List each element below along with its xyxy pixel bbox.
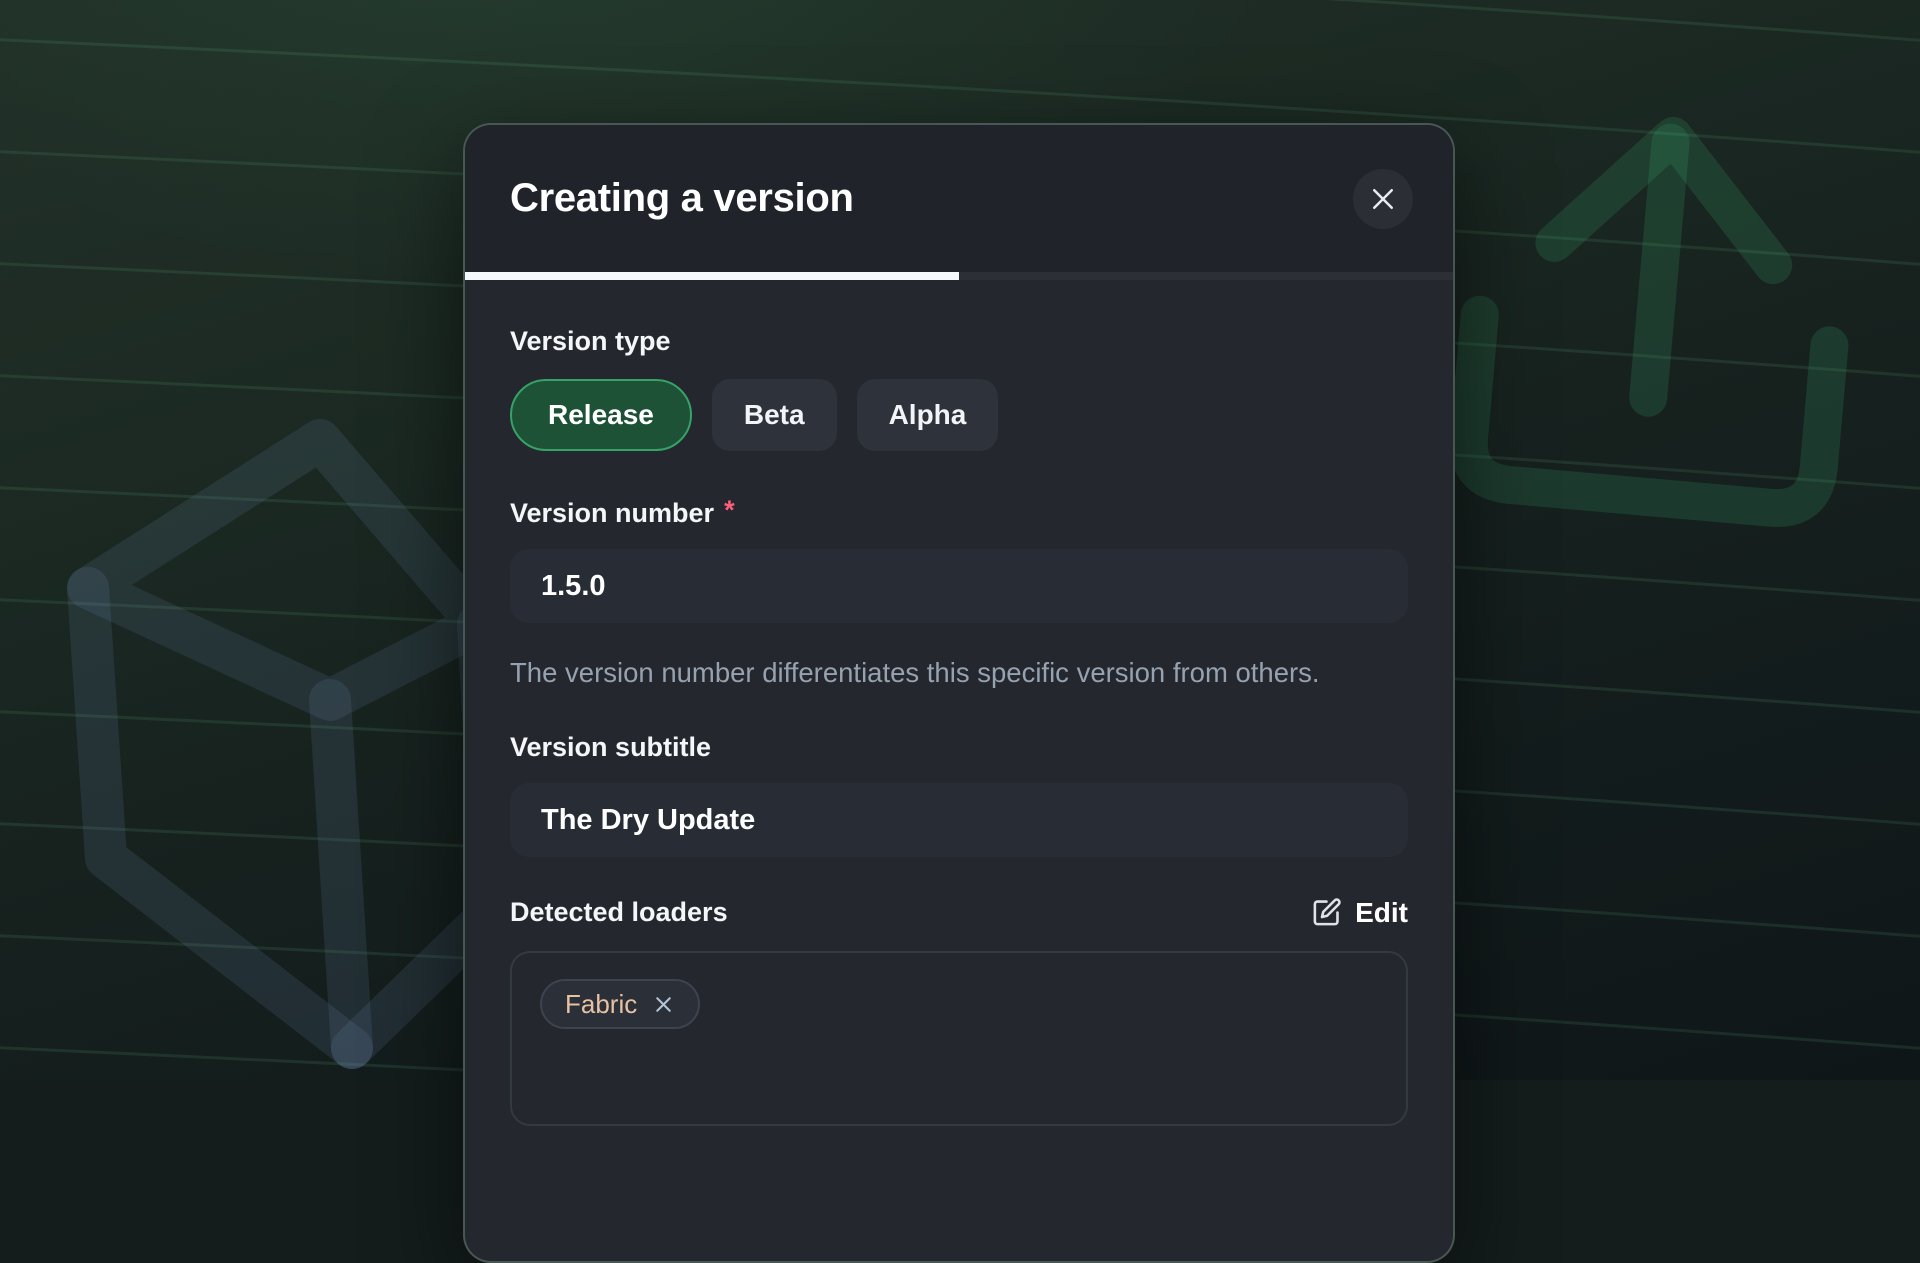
modal-body: Version type Release Beta Alpha Version … bbox=[465, 280, 1453, 1126]
edit-loaders-button[interactable]: Edit bbox=[1311, 897, 1408, 929]
cube-wireframe-icon bbox=[88, 440, 494, 1048]
detected-loaders-box: Fabric bbox=[510, 951, 1408, 1126]
version-type-release-button[interactable]: Release bbox=[510, 379, 692, 451]
version-type-alpha-button[interactable]: Alpha bbox=[857, 379, 999, 451]
close-icon bbox=[1368, 184, 1398, 214]
pencil-square-icon bbox=[1311, 897, 1342, 928]
version-subtitle-input[interactable] bbox=[510, 783, 1408, 857]
version-type-options: Release Beta Alpha bbox=[510, 379, 1408, 451]
version-number-label-row: Version number * bbox=[510, 497, 1408, 530]
create-version-modal: Creating a version Version type Release … bbox=[463, 123, 1455, 1263]
progress-track bbox=[465, 272, 1453, 280]
version-type-beta-button[interactable]: Beta bbox=[712, 379, 837, 451]
version-number-label: Version number bbox=[510, 497, 714, 530]
required-asterisk: * bbox=[724, 495, 735, 526]
loader-chip-label: Fabric bbox=[565, 989, 637, 1020]
detected-loaders-header: Detected loaders Edit bbox=[510, 896, 1408, 929]
detected-loaders-label: Detected loaders bbox=[510, 896, 728, 929]
remove-icon[interactable] bbox=[652, 993, 675, 1016]
edit-loaders-label: Edit bbox=[1355, 897, 1408, 929]
version-number-help: The version number differentiates this s… bbox=[510, 650, 1365, 695]
progress-fill bbox=[465, 272, 959, 280]
version-subtitle-label: Version subtitle bbox=[510, 731, 1408, 764]
close-button[interactable] bbox=[1353, 169, 1413, 229]
upload-arrow-icon bbox=[1465, 120, 1846, 511]
version-type-label: Version type bbox=[510, 325, 1408, 358]
loader-chip-fabric[interactable]: Fabric bbox=[540, 979, 700, 1029]
modal-header: Creating a version bbox=[465, 125, 1453, 272]
modal-title: Creating a version bbox=[510, 176, 854, 221]
version-number-input[interactable] bbox=[510, 549, 1408, 623]
